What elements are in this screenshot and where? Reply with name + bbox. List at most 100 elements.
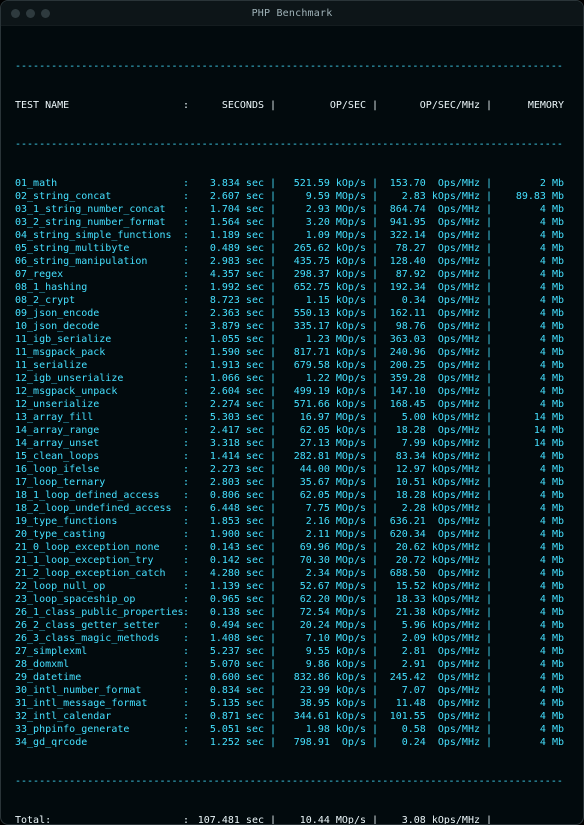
table-row: 09_json_encode:2.363 sec |550.13 kOp/s |… [15, 307, 569, 320]
cell-name: 05_string_multibyte [15, 242, 183, 255]
cell-opsec: 2.16 MOp/s [276, 515, 366, 528]
header-pipe-3: | [480, 99, 492, 112]
cell-opsecmhz: 83.34 kOps/MHz [378, 450, 480, 463]
cell-opsec: 265.62 kOp/s [276, 242, 366, 255]
cell-memory: 4 Mb [492, 216, 564, 229]
cell-memory: 4 Mb [492, 307, 564, 320]
col-seconds: SECONDS [192, 99, 264, 112]
cell-opsecmhz: 18.28 kOps/MHz [378, 489, 480, 502]
cell-opsecmhz: 162.11 Ops/MHz [378, 307, 480, 320]
total-opsecmhz: 3.08 kOps/MHz [378, 814, 480, 825]
cell-name: 27_simplexml [15, 645, 183, 658]
table-row: 11_serialize:1.913 sec |679.58 kOp/s |20… [15, 359, 569, 372]
cell-opsecmhz: 87.92 Ops/MHz [378, 268, 480, 281]
cell-opsecmhz: 2.91 Ops/MHz [378, 658, 480, 671]
cell-memory: 4 Mb [492, 697, 564, 710]
total-row: Total::107.481 sec |10.44 MOp/s |3.08 kO… [15, 814, 569, 825]
table-row: 34_gd_qrcode:1.252 sec |798.91 Op/s |0.2… [15, 736, 569, 749]
table-row: 21_2_loop_exception_catch:4.280 sec |2.3… [15, 567, 569, 580]
cell-name: 23_loop_spaceship_op [15, 593, 183, 606]
cell-seconds: 0.494 sec [192, 619, 264, 632]
cell-opsec: 1.09 MOp/s [276, 229, 366, 242]
cell-seconds: 2.417 sec [192, 424, 264, 437]
cell-seconds: 0.138 sec [192, 606, 264, 619]
cell-opsecmhz: 7.07 Ops/MHz [378, 684, 480, 697]
cell-seconds: 2.273 sec [192, 463, 264, 476]
cell-opsecmhz: 10.51 kOps/MHz [378, 476, 480, 489]
cell-memory: 4 Mb [492, 398, 564, 411]
cell-opsec: 9.55 kOp/s [276, 645, 366, 658]
cell-opsec: 435.75 kOp/s [276, 255, 366, 268]
cell-opsecmhz: 21.38 kOps/MHz [378, 606, 480, 619]
cell-seconds: 1.252 sec [192, 736, 264, 749]
cell-opsecmhz: 168.45 Ops/MHz [378, 398, 480, 411]
cell-opsecmhz: 2.83 kOps/MHz [378, 190, 480, 203]
cell-opsec: 2.11 MOp/s [276, 528, 366, 541]
cell-name: 11_msgpack_pack [15, 346, 183, 359]
table-row: 01_math:3.834 sec |521.59 kOp/s |153.70 … [15, 177, 569, 190]
table-row: 16_loop_ifelse:2.273 sec |44.00 MOp/s |1… [15, 463, 569, 476]
col-memory: MEMORY [492, 99, 564, 112]
cell-name: 21_1_loop_exception_try [15, 554, 183, 567]
cell-memory: 4 Mb [492, 671, 564, 684]
cell-opsecmhz: 359.28 Ops/MHz [378, 372, 480, 385]
table-row: 06_string_manipulation:2.983 sec |435.75… [15, 255, 569, 268]
cell-opsec: 70.30 MOp/s [276, 554, 366, 567]
cell-opsec: 38.95 kOp/s [276, 697, 366, 710]
cell-opsecmhz: 128.40 Ops/MHz [378, 255, 480, 268]
cell-opsecmhz: 2.81 Ops/MHz [378, 645, 480, 658]
cell-name: 18_2_loop_undefined_access [15, 502, 183, 515]
table-row: 31_intl_message_format:5.135 sec |38.95 … [15, 697, 569, 710]
cell-seconds: 2.363 sec [192, 307, 264, 320]
cell-opsecmhz: 200.25 Ops/MHz [378, 359, 480, 372]
cell-seconds: 1.066 sec [192, 372, 264, 385]
cell-memory: 4 Mb [492, 242, 564, 255]
cell-name: 13_array_fill [15, 411, 183, 424]
cell-memory: 4 Mb [492, 359, 564, 372]
cell-opsecmhz: 20.72 kOps/MHz [378, 554, 480, 567]
cell-opsecmhz: 0.34 Ops/MHz [378, 294, 480, 307]
cell-seconds: 0.142 sec [192, 554, 264, 567]
cell-opsec: 20.24 MOp/s [276, 619, 366, 632]
cell-name: 01_math [15, 177, 183, 190]
table-row: 22_loop_null_op:1.139 sec |52.67 MOp/s |… [15, 580, 569, 593]
cell-memory: 4 Mb [492, 723, 564, 736]
cell-seconds: 1.564 sec [192, 216, 264, 229]
cell-opsec: 571.66 kOp/s [276, 398, 366, 411]
table-row: 03_1_string_number_concat:1.704 sec |2.9… [15, 203, 569, 216]
header-pipe-2: | [366, 99, 378, 112]
cell-name: 10_json_decode [15, 320, 183, 333]
table-row: 02_string_concat:2.607 sec |9.59 MOp/s |… [15, 190, 569, 203]
cell-opsec: 817.71 kOp/s [276, 346, 366, 359]
cell-seconds: 1.992 sec [192, 281, 264, 294]
cell-memory: 4 Mb [492, 372, 564, 385]
cell-memory: 4 Mb [492, 333, 564, 346]
cell-name: 30_intl_number_format [15, 684, 183, 697]
cell-opsec: 62.20 MOp/s [276, 593, 366, 606]
cell-name: 03_2_string_number_format [15, 216, 183, 229]
cell-name: 22_loop_null_op [15, 580, 183, 593]
cell-seconds: 8.723 sec [192, 294, 264, 307]
cell-memory: 4 Mb [492, 567, 564, 580]
cell-opsec: 9.86 kOp/s [276, 658, 366, 671]
table-row: 15_clean_loops:1.414 sec |282.81 MOp/s |… [15, 450, 569, 463]
header-colon: : [183, 99, 192, 112]
cell-seconds: 2.803 sec [192, 476, 264, 489]
table-row: 29_datetime:0.600 sec |832.86 kOp/s |245… [15, 671, 569, 684]
cell-seconds: 0.871 sec [192, 710, 264, 723]
cell-memory: 4 Mb [492, 320, 564, 333]
cell-opsec: 44.00 MOp/s [276, 463, 366, 476]
cell-opsec: 7.75 MOp/s [276, 502, 366, 515]
header-pipe-1: | [264, 99, 276, 112]
cell-name: 18_1_loop_defined_access [15, 489, 183, 502]
window-titlebar[interactable]: PHP Benchmark [1, 1, 583, 26]
cell-memory: 89.83 Mb [492, 190, 564, 203]
table-row: 03_2_string_number_format:1.564 sec |3.2… [15, 216, 569, 229]
cell-seconds: 2.607 sec [192, 190, 264, 203]
cell-seconds: 1.414 sec [192, 450, 264, 463]
cell-seconds: 1.913 sec [192, 359, 264, 372]
table-row: 18_2_loop_undefined_access:6.448 sec |7.… [15, 502, 569, 515]
cell-opsecmhz: 18.28 Ops/MHz [378, 424, 480, 437]
cell-seconds: 1.408 sec [192, 632, 264, 645]
cell-memory: 4 Mb [492, 489, 564, 502]
